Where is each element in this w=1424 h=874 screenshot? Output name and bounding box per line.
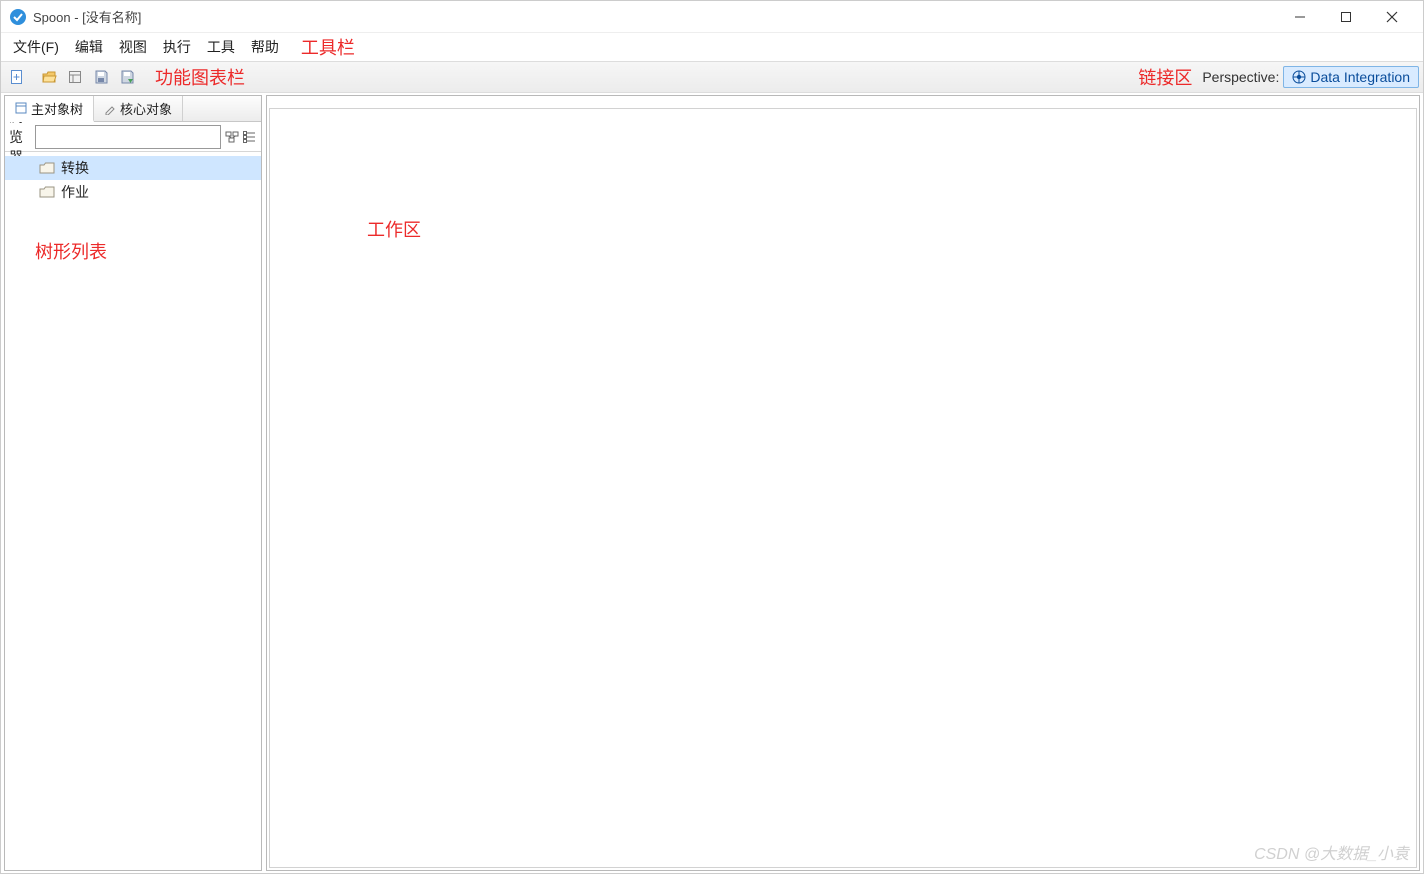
menu-view[interactable]: 视图	[111, 33, 155, 61]
folder-icon	[39, 161, 55, 175]
app-window: Spoon - [没有名称] 文件(F) 编辑 视图 执行 工具 帮助 工具栏	[0, 0, 1424, 874]
tab-core-objects-label: 核心对象	[120, 99, 172, 118]
perspective-value: Data Integration	[1310, 69, 1410, 85]
window-controls	[1277, 1, 1415, 33]
content-area: 主对象树 核心对象 浏览器	[1, 93, 1423, 873]
menubar: 文件(F) 编辑 视图 执行 工具 帮助 工具栏	[1, 33, 1423, 61]
tree-item-label: 转换	[61, 158, 89, 178]
new-button[interactable]	[5, 65, 29, 89]
save-as-button[interactable]	[115, 65, 139, 89]
sidebar-tabs: 主对象树 核心对象	[5, 96, 261, 122]
menu-help[interactable]: 帮助	[243, 33, 287, 61]
expand-all-button[interactable]	[225, 126, 239, 148]
open-button[interactable]	[37, 65, 61, 89]
perspective-label: Perspective:	[1202, 69, 1279, 85]
window-title: Spoon - [没有名称]	[33, 7, 141, 26]
pencil-icon	[104, 103, 116, 115]
save-button[interactable]	[89, 65, 113, 89]
menu-edit[interactable]: 编辑	[67, 33, 111, 61]
tab-core-objects[interactable]: 核心对象	[94, 96, 183, 121]
canvas-inner	[269, 108, 1417, 868]
perspective-button[interactable]: Data Integration	[1283, 66, 1419, 88]
annotation-workspace: 工作区	[367, 216, 421, 242]
sidebar: 主对象树 核心对象 浏览器	[4, 95, 262, 871]
tab-main-object-tree[interactable]: 主对象树	[5, 96, 94, 122]
annotation-linkarea: 链接区	[1138, 64, 1192, 90]
tree-item-job[interactable]: 作业	[5, 180, 261, 204]
annotation-toolbar: 功能图表栏	[155, 64, 245, 90]
tab-main-object-tree-label: 主对象树	[31, 99, 83, 118]
filter-input[interactable]	[35, 125, 221, 149]
workspace[interactable]: 工作区 CSDN @大数据_小袁	[266, 95, 1420, 871]
titlebar: Spoon - [没有名称]	[1, 1, 1423, 33]
tree-item-label: 作业	[61, 182, 89, 202]
watermark: CSDN @大数据_小袁	[1254, 840, 1409, 864]
collapse-all-button[interactable]	[243, 126, 257, 148]
explore-button[interactable]	[63, 65, 87, 89]
app-icon	[9, 8, 27, 26]
maximize-button[interactable]	[1323, 1, 1369, 33]
tree-tab-icon	[15, 102, 27, 114]
folder-icon	[39, 185, 55, 199]
annotation-menubar: 工具栏	[301, 34, 355, 60]
menu-file[interactable]: 文件(F)	[5, 33, 67, 61]
annotation-treelist: 树形列表	[35, 238, 107, 264]
tree-item-transformation[interactable]: 转换	[5, 156, 261, 180]
sidebar-filter: 浏览器	[5, 122, 261, 152]
close-button[interactable]	[1369, 1, 1415, 33]
menu-run[interactable]: 执行	[155, 33, 199, 61]
toolbar: 功能图表栏 链接区 Perspective: Data Integration	[1, 61, 1423, 93]
minimize-button[interactable]	[1277, 1, 1323, 33]
tree-list: 转换 作业 树形列表	[5, 152, 261, 870]
perspective-icon	[1292, 70, 1306, 84]
menu-tools[interactable]: 工具	[199, 33, 243, 61]
